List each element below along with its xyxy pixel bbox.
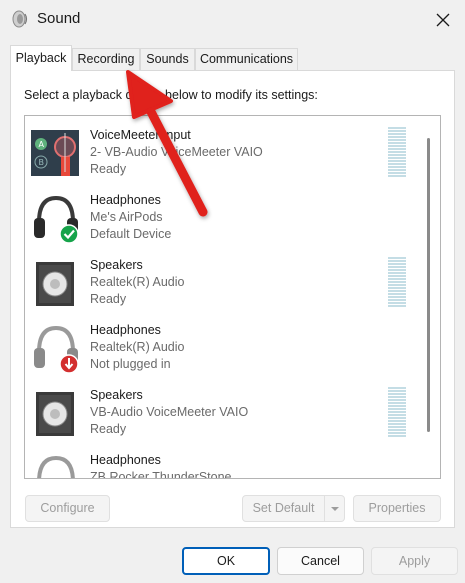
tab-sounds[interactable]: Sounds bbox=[140, 48, 195, 70]
ok-button[interactable]: OK bbox=[182, 547, 270, 575]
volume-meter bbox=[388, 127, 406, 179]
device-item-headphones-airpods[interactable]: Headphones Me's AirPods Default Device bbox=[25, 186, 405, 251]
device-status: Ready bbox=[90, 422, 127, 436]
set-default-button[interactable]: Set Default bbox=[242, 495, 325, 522]
device-driver: ZB Rocker ThunderStone bbox=[90, 470, 232, 479]
device-status: Ready bbox=[90, 162, 127, 176]
device-name: Headphones bbox=[90, 453, 161, 467]
device-item-headphones-zb[interactable]: Headphones ZB Rocker ThunderStone bbox=[25, 446, 405, 479]
device-item-voicemeeter-input[interactable]: A B VoiceMeeter Input 2- VB-Audio VoiceM… bbox=[25, 121, 406, 186]
device-driver: Realtek(R) Audio bbox=[90, 275, 185, 289]
properties-button[interactable]: Properties bbox=[353, 495, 441, 522]
set-default-dropdown-button[interactable] bbox=[325, 495, 345, 522]
playback-device-list[interactable]: A B VoiceMeeter Input 2- VB-Audio VoiceM… bbox=[24, 115, 441, 479]
apply-button[interactable]: Apply bbox=[371, 547, 458, 575]
headphones-default-icon bbox=[31, 192, 81, 244]
device-status: Default Device bbox=[90, 227, 172, 241]
device-name: Speakers bbox=[90, 258, 143, 272]
headphones-icon bbox=[31, 452, 81, 478]
chevron-down-icon bbox=[330, 506, 339, 511]
svg-text:B: B bbox=[39, 158, 45, 167]
device-name: Headphones bbox=[90, 323, 161, 337]
headphones-unplugged-icon bbox=[31, 322, 81, 374]
instruction-text: Select a playback device below to modify… bbox=[24, 88, 318, 102]
voicemeeter-icon: A B bbox=[31, 127, 81, 179]
speaker-icon bbox=[31, 387, 81, 439]
device-name: VoiceMeeter Input bbox=[90, 128, 191, 142]
cancel-button[interactable]: Cancel bbox=[277, 547, 364, 575]
device-name: Speakers bbox=[90, 388, 143, 402]
speaker-icon bbox=[31, 257, 81, 309]
device-driver: Realtek(R) Audio bbox=[90, 340, 185, 354]
close-icon bbox=[436, 13, 450, 27]
device-driver: Me's AirPods bbox=[90, 210, 163, 224]
window-title: Sound bbox=[37, 10, 81, 27]
device-item-speakers-voicemeeter[interactable]: Speakers VB-Audio VoiceMeeter VAIO Ready bbox=[25, 381, 406, 446]
close-button[interactable] bbox=[429, 6, 457, 34]
configure-button[interactable]: Configure bbox=[25, 495, 110, 522]
volume-meter bbox=[388, 387, 406, 439]
svg-text:A: A bbox=[39, 140, 45, 149]
device-item-headphones-realtek[interactable]: Headphones Realtek(R) Audio Not plugged … bbox=[25, 316, 405, 381]
speaker-app-icon bbox=[11, 9, 29, 29]
tab-communications[interactable]: Communications bbox=[195, 48, 298, 70]
list-scrollbar[interactable] bbox=[427, 138, 430, 432]
volume-meter bbox=[388, 257, 406, 309]
tab-playback[interactable]: Playback bbox=[10, 45, 72, 71]
device-status: Not plugged in bbox=[90, 357, 171, 371]
device-name: Headphones bbox=[90, 193, 161, 207]
device-status: Ready bbox=[90, 292, 127, 306]
device-driver: VB-Audio VoiceMeeter VAIO bbox=[90, 405, 249, 419]
device-item-speakers-realtek[interactable]: Speakers Realtek(R) Audio Ready bbox=[25, 251, 406, 316]
tab-recording[interactable]: Recording bbox=[72, 48, 140, 70]
device-driver: 2- VB-Audio VoiceMeeter VAIO bbox=[90, 145, 263, 159]
